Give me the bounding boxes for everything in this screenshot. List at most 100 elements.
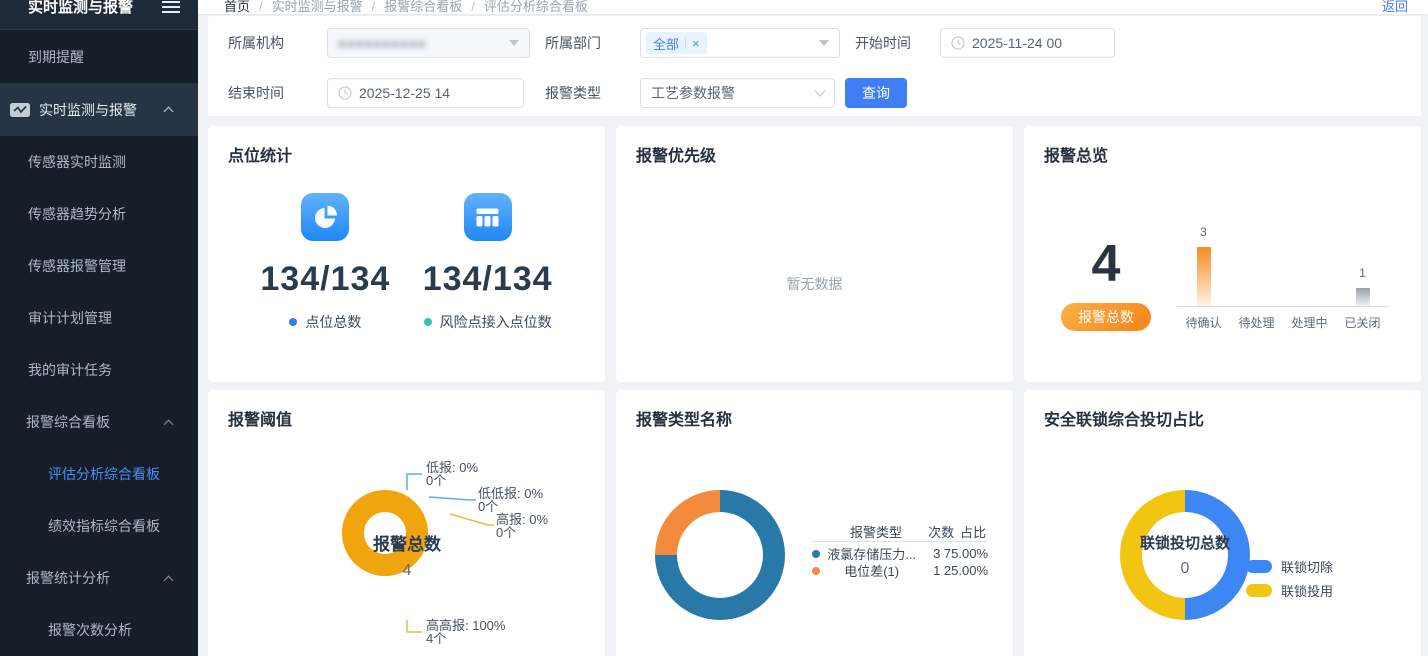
chevron-down-icon [814,85,825,96]
sidebar-item-my-audit-tasks[interactable]: 我的审计任务 [0,344,198,396]
stat-risk-points: 134/134 风险点接入点位数 [423,193,553,332]
sidebar-item-realtime-monitoring[interactable]: 实时监测与报警 [0,83,198,136]
legend-pct: 25.00% [940,563,988,578]
breadcrumb-link-dashboard[interactable]: 报警综合看板 [384,0,462,14]
breadcrumb-separator: / [372,0,376,14]
hamburger-icon[interactable] [162,6,180,8]
bar-category: 待处理 [1230,314,1283,331]
card-title: 安全联锁综合投切占比 [1044,406,1401,430]
start-time-value: 2025-11-24 00 [972,35,1062,51]
back-link[interactable]: 返回 [1382,0,1408,14]
dept-select[interactable]: 全部 × [640,28,840,58]
alarm-type-value: 工艺参数报警 [651,83,735,103]
sidebar: 实时监测与报警 到期提醒 实时监测与报警 传感器实时监测 传感器趋势分析 传感器… [0,0,198,656]
tag-close-icon[interactable]: × [692,36,700,51]
callout-highhigh: 高高报: 100% 4个 [426,619,505,645]
callout-low: 低报: 0% 0个 [426,461,478,487]
bar-closed [1356,288,1370,306]
col-header: 占比 [954,522,988,541]
org-select[interactable]: ■■■■■■■■■■ [327,28,530,58]
card-point-stats: 点位统计 134/134 点位总数 [208,126,605,382]
dept-label: 所属部门 [545,33,640,53]
breadcrumb: 首页 / 实时监测与报警 / 报警综合看板 / 评估分析综合看板 返回 [198,0,1428,14]
sidebar-item-label: 我的审计任务 [28,360,112,380]
sidebar-item-evaluation-dashboard[interactable]: 评估分析综合看板 [0,448,198,500]
sidebar-item-label: 报警统计分析 [26,568,110,588]
breadcrumb-separator: / [259,0,263,14]
caret-down-icon [819,40,829,46]
alarm-type-legend-table: 报警类型 次数 占比 液氯存储压力... 3 75.00% 电位差(1) 1 [812,522,988,579]
bar-pending-confirm [1197,247,1211,306]
sidebar-header: 实时监测与报警 [0,0,198,30]
sidebar-title: 实时监测与报警 [28,0,133,16]
clock-icon [338,86,352,100]
end-time-value: 2025-12-25 14 [359,85,450,101]
callout-line2: 4个 [426,632,505,645]
sidebar-item-expiry-reminder[interactable]: 到期提醒 [0,30,198,83]
sidebar-group-alarm-statistics[interactable]: 报警统计分析 [0,552,198,604]
dept-tag: 全部 × [646,32,707,54]
col-header: 报警类型 [824,522,928,541]
card-title: 点位统计 [228,142,585,166]
sidebar-item-label: 传感器报警管理 [28,256,126,276]
sidebar-item-label: 到期提醒 [28,47,84,67]
empty-state-text: 暂无数据 [616,274,1013,294]
sidebar-item-audit-plan[interactable]: 审计计划管理 [0,292,198,344]
callout-high: 高报: 0% 0个 [496,513,548,539]
card-alarm-threshold: 报警阈值 报警总数 4 低报: 0% 0个 低低报: 0% [208,390,605,656]
org-label: 所属机构 [228,33,327,53]
alarm-type-label: 报警类型 [545,83,640,103]
stat-value: 134/134 [260,260,390,299]
alarm-type-select[interactable]: 工艺参数报警 [640,78,835,108]
sidebar-item-kpi-dashboard[interactable]: 绩效指标综合看板 [0,500,198,552]
sidebar-item-sensor-alarm-mgmt[interactable]: 传感器报警管理 [0,240,198,292]
threshold-donut-center: 报警总数 4 [342,490,472,620]
breadcrumb-home[interactable]: 首页 [224,0,250,14]
blue-dot-icon [289,318,297,326]
sidebar-item-label: 报警综合看板 [26,412,110,432]
card-alarm-priority: 报警优先级 暂无数据 [616,126,1013,382]
donut-center-label: 联锁投切总数 [1140,532,1230,553]
pie-chart-icon [301,193,349,241]
breadcrumb-link-monitoring[interactable]: 实时监测与报警 [272,0,363,14]
clock-icon [951,36,965,50]
orange-dot-icon [812,567,820,575]
main-area: 首页 / 实时监测与报警 / 报警综合看板 / 评估分析综合看板 返回 所属机构… [198,0,1428,656]
breadcrumb-current: 评估分析综合看板 [484,0,588,14]
bar-value: 3 [1200,225,1207,239]
card-title: 报警总览 [1044,142,1401,166]
end-time-input[interactable]: 2025-12-25 14 [327,78,524,108]
legend-dot-spacer [812,528,820,536]
legend-item-engaged: 联锁投用 [1246,581,1333,600]
alarm-type-donut-chart [655,490,785,620]
caret-down-icon [509,40,519,46]
legend-name: 电位差(1) [824,561,919,580]
legend-label: 联锁切除 [1281,557,1333,576]
chevron-up-icon [164,419,174,429]
card-interlock-ratio: 安全联锁综合投切占比 联锁投切总数 0 联锁切除 联锁投用 [1024,390,1421,656]
callout-lowlow: 低低报: 0% 0个 [478,487,543,513]
breadcrumb-separator: / [471,0,475,14]
sidebar-item-sensor-realtime[interactable]: 传感器实时监测 [0,136,198,188]
monitor-chart-icon [10,102,30,118]
legend-item-cutoff: 联锁切除 [1246,557,1333,576]
org-select-value-redacted: ■■■■■■■■■■ [338,36,427,51]
stat-label: 风险点接入点位数 [440,312,552,332]
filter-panel: 所属机构 ■■■■■■■■■■ 所属部门 全部 × 开始时间 [208,16,1421,116]
interlock-donut-center: 联锁投切总数 0 [1120,490,1250,620]
sidebar-item-label: 评估分析综合看板 [48,464,160,484]
sidebar-item-alarm-count-analysis[interactable]: 报警次数分析 [0,604,198,656]
card-alarm-type-name: 报警类型名称 报警类型 次数 占比 液氯存储压力... 3 75.00% [616,390,1013,656]
bar-category: 处理中 [1283,314,1336,331]
card-title: 报警类型名称 [636,406,993,430]
sidebar-item-label: 实时监测与报警 [39,100,137,120]
search-button[interactable]: 查询 [845,78,907,108]
stat-value: 134/134 [423,260,553,299]
legend-row: 液氯存储压力... 3 75.00% [812,545,988,562]
sidebar-item-sensor-trend[interactable]: 传感器趋势分析 [0,188,198,240]
sidebar-group-alarm-dashboard[interactable]: 报警综合看板 [0,396,198,448]
teal-dot-icon [424,318,432,326]
dept-tag-label: 全部 [653,34,679,53]
start-time-input[interactable]: 2025-11-24 00 [940,28,1115,58]
legend-pct: 75.00% [940,546,988,561]
